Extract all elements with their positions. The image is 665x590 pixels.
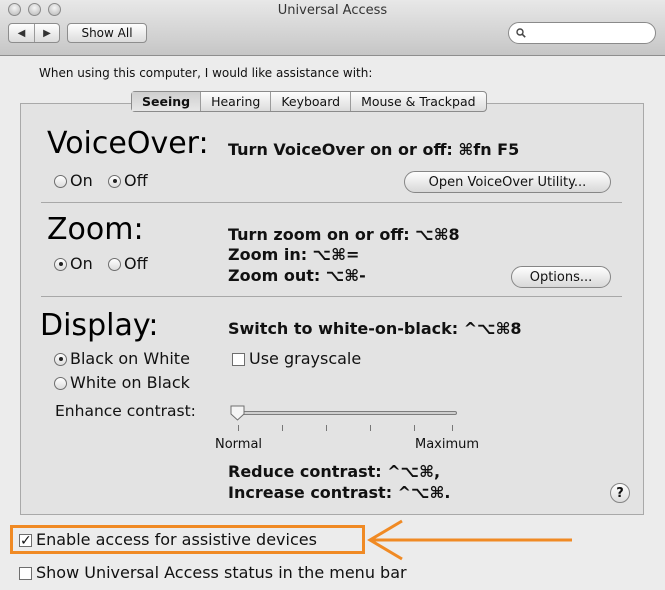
show-all-button[interactable]: Show All	[67, 23, 147, 43]
enhance-contrast-slider[interactable]	[233, 411, 457, 415]
show-status-menu-checkbox[interactable]: Show Universal Access status in the menu…	[19, 563, 407, 583]
zoom-on-label: On	[70, 254, 93, 273]
show-status-menu-label: Show Universal Access status in the menu…	[36, 563, 407, 582]
zoom-out-shortcut: Zoom out: ⌥⌘-	[228, 266, 366, 285]
checkbox-unchecked-icon	[19, 566, 32, 580]
display-heading: Display:	[40, 308, 159, 343]
black-on-white-radio[interactable]: Black on White	[54, 349, 190, 369]
help-button[interactable]: ?	[610, 483, 630, 503]
slider-tick	[452, 425, 453, 431]
back-button[interactable]: ◀	[9, 24, 34, 42]
tab-seeing[interactable]: Seeing	[132, 92, 201, 111]
radio-off-icon	[54, 174, 67, 188]
white-on-black-radio[interactable]: White on Black	[54, 373, 190, 393]
radio-on-icon	[108, 174, 121, 188]
forward-arrow-icon: ▶	[43, 27, 51, 39]
tab-mouse-trackpad[interactable]: Mouse & Trackpad	[350, 92, 486, 111]
tab-hearing[interactable]: Hearing	[200, 92, 270, 111]
slider-tick	[282, 425, 283, 431]
forward-button[interactable]: ▶	[33, 24, 59, 42]
black-on-white-label: Black on White	[70, 349, 190, 368]
reduce-contrast-shortcut: Reduce contrast: ^⌥⌘,	[228, 462, 441, 481]
slider-tick	[370, 425, 371, 431]
divider	[41, 202, 622, 203]
slider-tick	[414, 425, 415, 431]
voiceover-off-radio[interactable]: Off	[108, 171, 148, 191]
highlight-box	[10, 525, 365, 554]
navigation-buttons: ◀ ▶	[8, 23, 60, 43]
zoom-off-radio[interactable]: Off	[108, 254, 148, 274]
radio-off-icon	[54, 376, 67, 390]
divider	[41, 296, 622, 297]
search-field[interactable]	[508, 22, 656, 44]
window-title: Universal Access	[277, 3, 388, 18]
white-on-black-shortcut: Switch to white-on-black: ^⌥⌘8	[228, 319, 522, 338]
zoom-options-button[interactable]: Options...	[511, 266, 611, 288]
checkbox-unchecked-icon	[232, 352, 245, 366]
search-icon	[516, 28, 526, 38]
help-icon: ?	[616, 485, 624, 501]
zoom-heading: Zoom:	[47, 212, 144, 247]
slider-min-label: Normal	[215, 437, 263, 452]
slider-tick	[238, 425, 239, 431]
radio-on-icon	[54, 257, 67, 271]
intro-text: When using this computer, I would like a…	[39, 66, 373, 80]
open-voiceover-utility-button[interactable]: Open VoiceOver Utility...	[404, 171, 611, 193]
voiceover-shortcut: Turn VoiceOver on or off: ⌘fn F5	[228, 140, 520, 159]
radio-on-icon	[54, 352, 67, 366]
tab-bar: Seeing Hearing Keyboard Mouse & Trackpad	[131, 91, 487, 112]
zoom-toggle-shortcut: Turn zoom on or off: ⌥⌘8	[228, 225, 460, 244]
voiceover-heading: VoiceOver:	[47, 126, 209, 161]
tab-keyboard[interactable]: Keyboard	[270, 92, 350, 111]
slider-tick	[326, 425, 327, 431]
voiceover-on-label: On	[70, 171, 93, 190]
arrow-icon	[367, 519, 572, 561]
slider-max-label: Maximum	[415, 437, 480, 452]
slider-thumb-icon[interactable]	[230, 405, 245, 421]
radio-off-icon	[108, 257, 121, 271]
title-bar: Universal Access ◀ ▶ Show All	[0, 0, 665, 56]
voiceover-on-radio[interactable]: On	[54, 171, 93, 191]
voiceover-off-label: Off	[124, 171, 148, 190]
zoom-on-radio[interactable]: On	[54, 254, 93, 274]
back-arrow-icon: ◀	[17, 27, 26, 39]
use-grayscale-checkbox[interactable]: Use grayscale	[232, 349, 361, 369]
use-grayscale-label: Use grayscale	[249, 349, 362, 368]
white-on-black-label: White on Black	[70, 373, 190, 392]
zoom-in-shortcut: Zoom in: ⌥⌘=	[228, 245, 360, 264]
enhance-contrast-label: Enhance contrast:	[55, 402, 196, 420]
increase-contrast-shortcut: Increase contrast: ^⌥⌘.	[228, 483, 451, 502]
zoom-off-label: Off	[124, 254, 148, 273]
